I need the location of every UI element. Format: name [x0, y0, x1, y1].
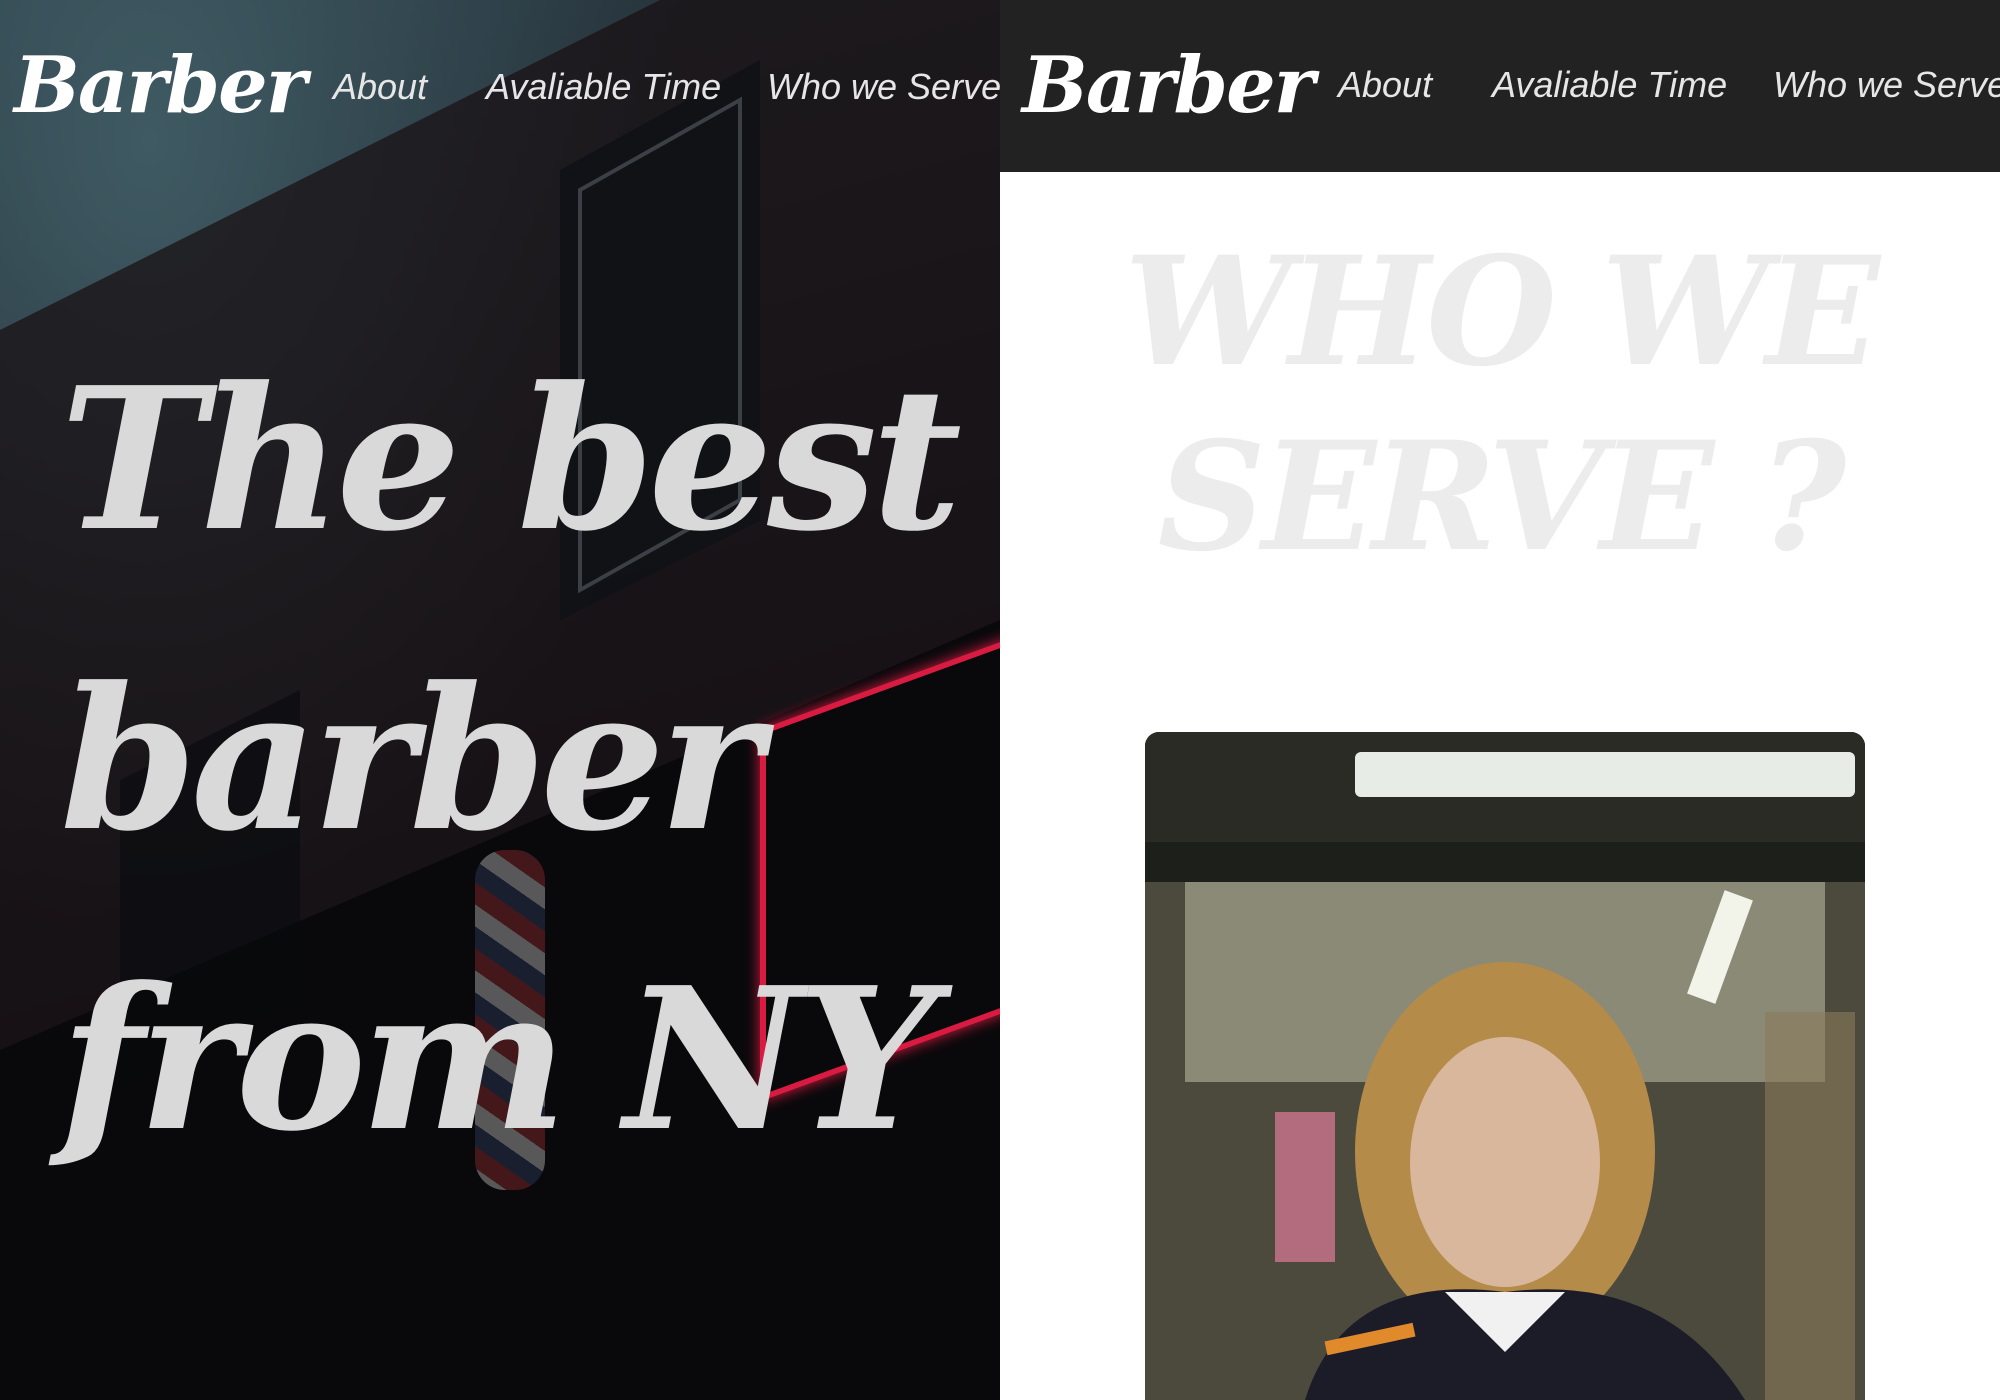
who-we-serve-panel: Barber About Avaliable Time Who we Serve… — [1000, 0, 2000, 1400]
hero-line-3: from NY — [60, 945, 937, 1175]
nav-link-about[interactable]: About — [1338, 64, 1432, 106]
customer-photo — [1145, 732, 1865, 1400]
nav-link-available-time[interactable]: Avaliable Time — [486, 66, 721, 108]
hero-line-2: barber — [60, 645, 762, 875]
section-title: WHO WE SERVE ? — [1000, 220, 2000, 590]
hero-headline: The best barber from NY — [60, 310, 1000, 1210]
right-nav-bar: Barber About Avaliable Time Who we Serve — [1000, 0, 2000, 172]
customer-photo-illustration — [1145, 732, 1865, 1400]
nav-link-who-we-serve[interactable]: Who we Serve — [1773, 64, 2000, 106]
hero-line-1: The best — [60, 345, 962, 575]
logo[interactable]: Barber — [14, 40, 307, 131]
nav-link-about[interactable]: About — [333, 66, 427, 108]
logo[interactable]: Barber — [1022, 40, 1315, 131]
hero-panel: Barber About Avaliable Time Who we Serve… — [0, 0, 1000, 1400]
nav-link-who-we-serve[interactable]: Who we Serve — [767, 66, 1000, 108]
nav-link-available-time[interactable]: Avaliable Time — [1492, 64, 1727, 106]
section-title-line-1: WHO WE — [1124, 224, 1880, 400]
section-title-line-2: SERVE ? — [1157, 409, 1847, 585]
left-nav-bar: Barber About Avaliable Time Who we Serve — [0, 0, 1000, 172]
